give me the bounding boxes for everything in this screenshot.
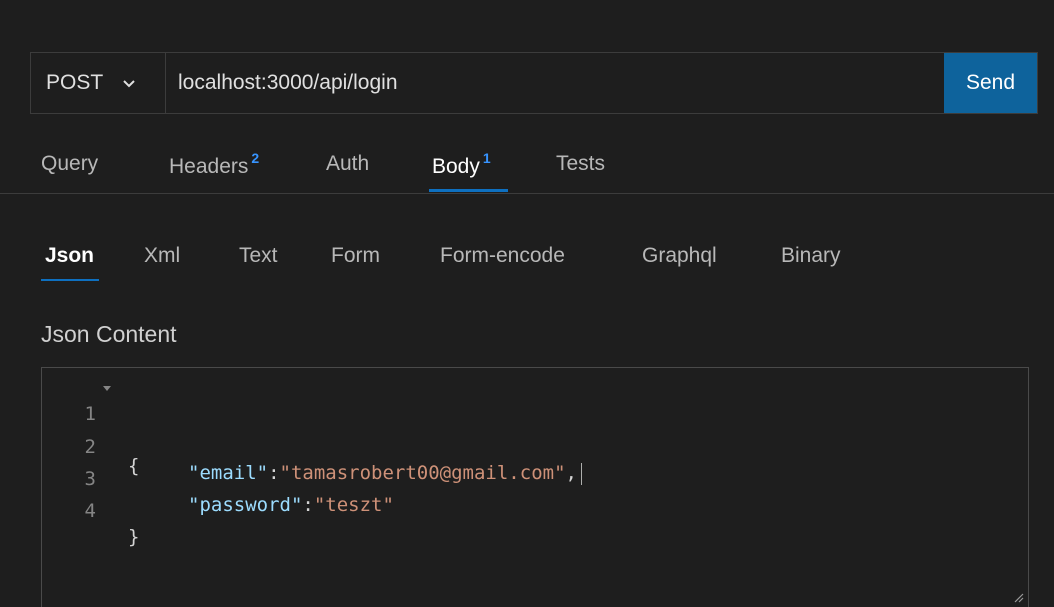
- tab-badge: 1: [482, 150, 491, 166]
- json-key: "email": [188, 462, 269, 484]
- editor-line: 4 }: [42, 472, 140, 548]
- tab-label: Body: [432, 155, 480, 178]
- body-tab-form[interactable]: Form: [331, 244, 380, 268]
- json-value: "tamasrobert00@gmail.com": [279, 462, 566, 484]
- tab-body[interactable]: Body 1: [432, 150, 491, 179]
- tab-label: Tests: [556, 152, 606, 175]
- body-tab-xml[interactable]: Xml: [144, 244, 180, 268]
- json-comma: ,: [565, 462, 577, 484]
- url-input[interactable]: localhost:3000/api/login: [166, 53, 944, 113]
- tab-badge: 2: [251, 150, 260, 166]
- body-tab-binary[interactable]: Binary: [781, 244, 841, 268]
- tab-tests[interactable]: Tests: [556, 152, 605, 176]
- json-value: "teszt": [313, 494, 394, 516]
- chevron-down-icon: [123, 80, 135, 88]
- body-tab-form-encode[interactable]: Form-encode: [440, 244, 565, 268]
- body-tab-graphql[interactable]: Graphql: [642, 244, 717, 268]
- send-button[interactable]: Send: [944, 53, 1037, 113]
- body-tab-text[interactable]: Text: [239, 244, 278, 268]
- tab-label: Auth: [326, 152, 370, 175]
- json-key: "password": [188, 494, 303, 516]
- tab-query[interactable]: Query: [41, 152, 98, 176]
- json-editor[interactable]: 1 { 2 "email":"tamasrobert00@gmail.com",…: [41, 367, 1029, 607]
- code-text: {: [128, 455, 140, 477]
- code-text: "email":"tamasrobert00@gmail.com",: [188, 460, 582, 486]
- json-colon: :: [302, 494, 314, 516]
- method-label: POST: [46, 71, 104, 94]
- tab-label: Headers: [169, 155, 249, 178]
- body-tab-json[interactable]: Json: [45, 244, 94, 268]
- url-text: localhost:3000/api/login: [178, 71, 398, 94]
- active-tab-indicator: [429, 189, 508, 192]
- code-text: }: [128, 526, 140, 548]
- url-bar: POST localhost:3000/api/login Send: [30, 52, 1038, 114]
- tab-auth[interactable]: Auth: [326, 152, 369, 176]
- code-text: "password":"teszt": [188, 492, 394, 518]
- resize-handle-icon[interactable]: [1012, 591, 1024, 603]
- method-select[interactable]: POST: [31, 53, 166, 113]
- editor-line: 3 "password":"teszt": [42, 440, 394, 516]
- tab-headers[interactable]: Headers 2: [169, 150, 260, 179]
- json-content-label: Json Content: [41, 321, 177, 347]
- tab-label: Query: [41, 152, 99, 175]
- json-colon: :: [268, 462, 280, 484]
- active-body-tab-indicator: [41, 279, 99, 281]
- line-number: 4: [84, 500, 96, 522]
- request-tabs: Query Headers 2 Auth Body 1 Tests: [0, 134, 1054, 194]
- text-cursor: [580, 462, 582, 485]
- request-panel: POST localhost:3000/api/login Send Query…: [0, 0, 1054, 607]
- editor-line: 2 "email":"tamasrobert00@gmail.com",: [42, 408, 582, 485]
- editor-line: 1 {: [42, 375, 139, 477]
- fold-arrow-icon[interactable]: [102, 375, 112, 401]
